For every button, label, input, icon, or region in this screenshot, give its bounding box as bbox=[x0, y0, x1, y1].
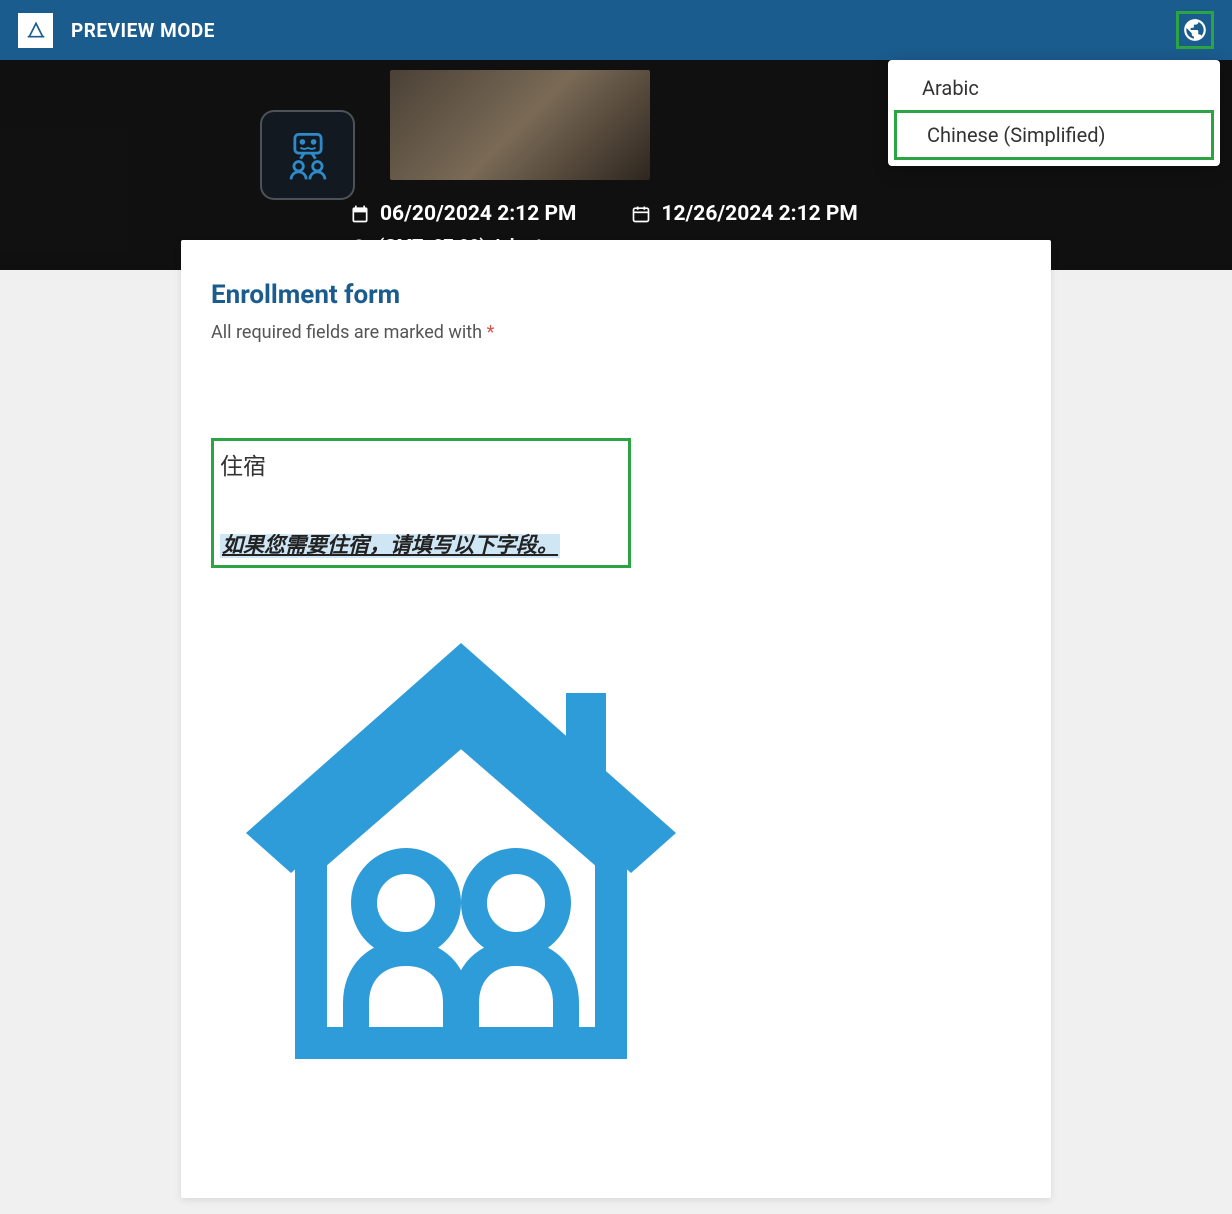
required-note-text: All required fields are marked with bbox=[211, 322, 487, 343]
required-fields-note: All required fields are marked with * bbox=[211, 322, 1021, 343]
required-asterisk: * bbox=[487, 322, 495, 343]
accommodation-section-subtitle: 如果您需要住宿，请填写以下字段。 bbox=[220, 534, 560, 558]
house-people-icon bbox=[211, 598, 711, 1078]
calendar-filled-icon bbox=[350, 204, 370, 224]
logo-glyph bbox=[26, 20, 46, 40]
enrollment-card: Enrollment form All required fields are … bbox=[181, 240, 1051, 1198]
calendar-outline-icon bbox=[631, 204, 651, 224]
header-bar: PREVIEW MODE bbox=[0, 0, 1232, 60]
globe-icon bbox=[1182, 17, 1208, 43]
community-icon bbox=[278, 125, 338, 185]
start-date: 06/20/2024 2:12 PM bbox=[350, 202, 576, 226]
end-date: 12/26/2024 2:12 PM bbox=[631, 202, 857, 226]
language-dropdown: Arabic Chinese (Simplified) bbox=[888, 60, 1220, 166]
preview-mode-label: PREVIEW MODE bbox=[71, 19, 215, 42]
end-date-text: 12/26/2024 2:12 PM bbox=[661, 202, 857, 226]
accommodation-section: 住宿 如果您需要住宿，请填写以下字段。 bbox=[211, 438, 631, 568]
app-logo bbox=[18, 13, 53, 48]
accommodation-section-title: 住宿 bbox=[220, 447, 622, 481]
main-content: Enrollment form All required fields are … bbox=[0, 240, 1232, 1198]
language-selector-button[interactable] bbox=[1176, 11, 1214, 49]
start-date-text: 06/20/2024 2:12 PM bbox=[380, 202, 576, 226]
form-title: Enrollment form bbox=[211, 280, 1021, 310]
community-icon-badge bbox=[260, 110, 355, 200]
language-option-chinese-simplified[interactable]: Chinese (Simplified) bbox=[894, 110, 1214, 160]
accommodation-image bbox=[211, 598, 1021, 1078]
language-option-arabic[interactable]: Arabic bbox=[892, 66, 1216, 110]
event-dates: 06/20/2024 2:12 PM 12/26/2024 2:12 PM bbox=[350, 202, 1232, 226]
hero-image bbox=[390, 70, 650, 180]
